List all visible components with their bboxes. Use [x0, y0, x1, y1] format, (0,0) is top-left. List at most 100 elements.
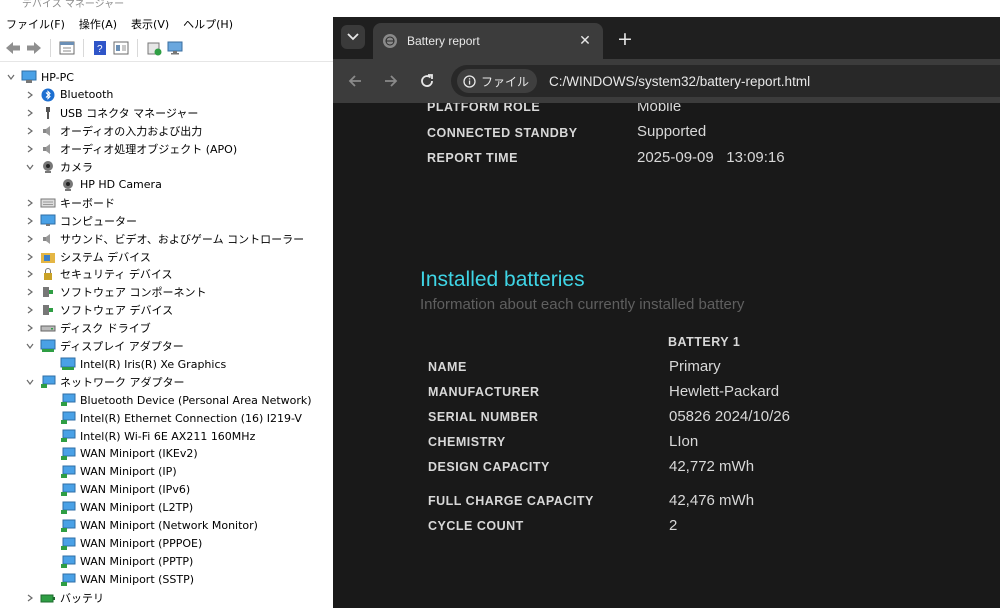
- view-icon[interactable]: [112, 39, 130, 57]
- tree-item[interactable]: ソフトウェア デバイス: [24, 301, 173, 319]
- tree-item[interactable]: USB コネクタ マネージャー: [24, 104, 198, 122]
- tree-item-label: オーディオ処理オブジェクト (APO): [60, 142, 238, 156]
- chevron-right-icon[interactable]: [24, 143, 36, 155]
- chevron-right-icon[interactable]: [24, 592, 36, 604]
- tab-battery-report[interactable]: Battery report ✕: [373, 23, 603, 59]
- chevron-right-icon[interactable]: [24, 233, 36, 245]
- tree-root-hp-pc[interactable]: HP-PC: [5, 68, 74, 86]
- section-title: Installed batteries: [420, 268, 585, 291]
- chevron-down-icon[interactable]: [5, 71, 17, 83]
- help-icon[interactable]: ?: [91, 39, 109, 57]
- menu-help[interactable]: ヘルプ(H): [183, 16, 233, 32]
- serial-number-label: SERIAL NUMBER: [428, 410, 539, 424]
- tree-item[interactable]: WAN Miniport (SSTP): [44, 571, 194, 589]
- tree-item[interactable]: オーディオの入力および出力: [24, 122, 202, 140]
- tree-item[interactable]: WAN Miniport (IP): [44, 463, 177, 481]
- lock-icon: [40, 266, 56, 282]
- chevron-right-icon[interactable]: [24, 322, 36, 334]
- tree-item[interactable]: コンピューター: [24, 212, 137, 230]
- chevron-down-icon: [347, 33, 359, 41]
- site-info-chip[interactable]: ファイル: [457, 69, 538, 93]
- new-tab-button[interactable]: +: [613, 27, 637, 51]
- toolbar-divider: [83, 39, 84, 57]
- browser-toolbar: ファイル C:/WINDOWS/system32/battery-report.…: [333, 59, 1000, 103]
- back-button[interactable]: [343, 69, 367, 93]
- tree-item[interactable]: Bluetooth Device (Personal Area Network): [44, 391, 312, 409]
- reload-button[interactable]: [415, 69, 439, 93]
- chevron-right-icon[interactable]: [24, 286, 36, 298]
- close-icon[interactable]: ✕: [573, 29, 597, 53]
- properties-icon[interactable]: [58, 39, 76, 57]
- tree-item[interactable]: WAN Miniport (IKEv2): [44, 445, 198, 463]
- connected-standby-label: CONNECTED STANDBY: [427, 126, 578, 140]
- connected-standby-value: Supported: [637, 123, 707, 140]
- back-arrow-icon: [348, 75, 361, 87]
- manufacturer-label: MANUFACTURER: [428, 385, 540, 399]
- back-arrow-icon[interactable]: [4, 39, 22, 57]
- tree-item[interactable]: セキュリティ デバイス: [24, 265, 173, 283]
- network-icon: [60, 428, 76, 444]
- tree-item-label: オーディオの入力および出力: [60, 124, 203, 138]
- forward-button[interactable]: [379, 69, 403, 93]
- tree-item[interactable]: HP HD Camera: [44, 176, 162, 194]
- chevron-down-icon[interactable]: [24, 376, 36, 388]
- scan-hardware-icon[interactable]: [166, 39, 184, 57]
- network-icon: [60, 464, 76, 480]
- chemistry-value: LIon: [669, 433, 699, 450]
- tree-item[interactable]: Intel(R) Wi-Fi 6E AX211 160MHz: [44, 427, 255, 445]
- chevron-right-icon[interactable]: [24, 215, 36, 227]
- chevron-down-icon[interactable]: [24, 340, 36, 352]
- tree-item[interactable]: ソフトウェア コンポーネント: [24, 283, 207, 301]
- menu-view[interactable]: 表示(V): [131, 16, 169, 32]
- tree-item-label: HP-PC: [41, 70, 74, 84]
- tree-item[interactable]: キーボード: [24, 194, 115, 212]
- chevron-right-icon[interactable]: [24, 125, 36, 137]
- bluetooth-icon: [40, 87, 56, 103]
- tree-item[interactable]: カメラ: [24, 158, 93, 176]
- tree-item[interactable]: WAN Miniport (Network Monitor): [44, 517, 258, 535]
- forward-arrow-icon[interactable]: [25, 39, 43, 57]
- chevron-right-icon[interactable]: [24, 89, 36, 101]
- tree-item[interactable]: Intel(R) Iris(R) Xe Graphics: [44, 355, 226, 373]
- speaker-icon: [40, 231, 56, 247]
- update-driver-icon[interactable]: [145, 39, 163, 57]
- chevron-right-icon[interactable]: [24, 304, 36, 316]
- tree-item[interactable]: ネットワーク アダプター: [24, 373, 185, 391]
- chevron-right-icon[interactable]: [24, 107, 36, 119]
- tree-item[interactable]: Intel(R) Ethernet Connection (16) I219-V: [44, 409, 302, 427]
- tree-item-label: WAN Miniport (Network Monitor): [80, 519, 258, 533]
- tree-item[interactable]: システム デバイス: [24, 248, 151, 266]
- url-text: C:/WINDOWS/system32/battery-report.html: [549, 73, 811, 89]
- address-bar[interactable]: ファイル C:/WINDOWS/system32/battery-report.…: [451, 65, 1000, 97]
- chemistry-label: CHEMISTRY: [428, 435, 506, 449]
- tree-item[interactable]: WAN Miniport (PPPOE): [44, 535, 202, 553]
- tree-item[interactable]: WAN Miniport (L2TP): [44, 499, 193, 517]
- tree-item[interactable]: サウンド、ビデオ、およびゲーム コントローラー: [24, 230, 304, 248]
- tree-item[interactable]: Bluetooth: [24, 86, 113, 104]
- tree-item-label: Intel(R) Wi-Fi 6E AX211 160MHz: [80, 429, 256, 443]
- tree-item[interactable]: バッテリ: [24, 589, 104, 607]
- tree-item[interactable]: オーディオ処理オブジェクト (APO): [24, 140, 237, 158]
- chevron-down-icon[interactable]: [24, 161, 36, 173]
- menu-file[interactable]: ファイル(F): [6, 16, 65, 32]
- tree-item-label: WAN Miniport (IKEv2): [80, 447, 198, 461]
- tree-item[interactable]: ディスプレイ アダプター: [24, 337, 184, 355]
- tree-item-label: コンピューター: [60, 214, 137, 228]
- tab-title: Battery report: [407, 34, 480, 48]
- tab-search-button[interactable]: [341, 25, 365, 49]
- chevron-right-icon[interactable]: [24, 268, 36, 280]
- chevron-right-icon[interactable]: [24, 251, 36, 263]
- tree-item[interactable]: WAN Miniport (IPv6): [44, 481, 190, 499]
- chevron-right-icon[interactable]: [24, 197, 36, 209]
- menu-action[interactable]: 操作(A): [79, 16, 117, 32]
- tree-item[interactable]: ディスク ドライブ: [24, 319, 151, 337]
- serial-number-value: 05826 2024/10/26: [669, 408, 790, 425]
- tree-item[interactable]: WAN Miniport (PPTP): [44, 553, 193, 571]
- display-adapter-icon: [60, 356, 76, 372]
- tree-item-label: HP HD Camera: [80, 178, 162, 192]
